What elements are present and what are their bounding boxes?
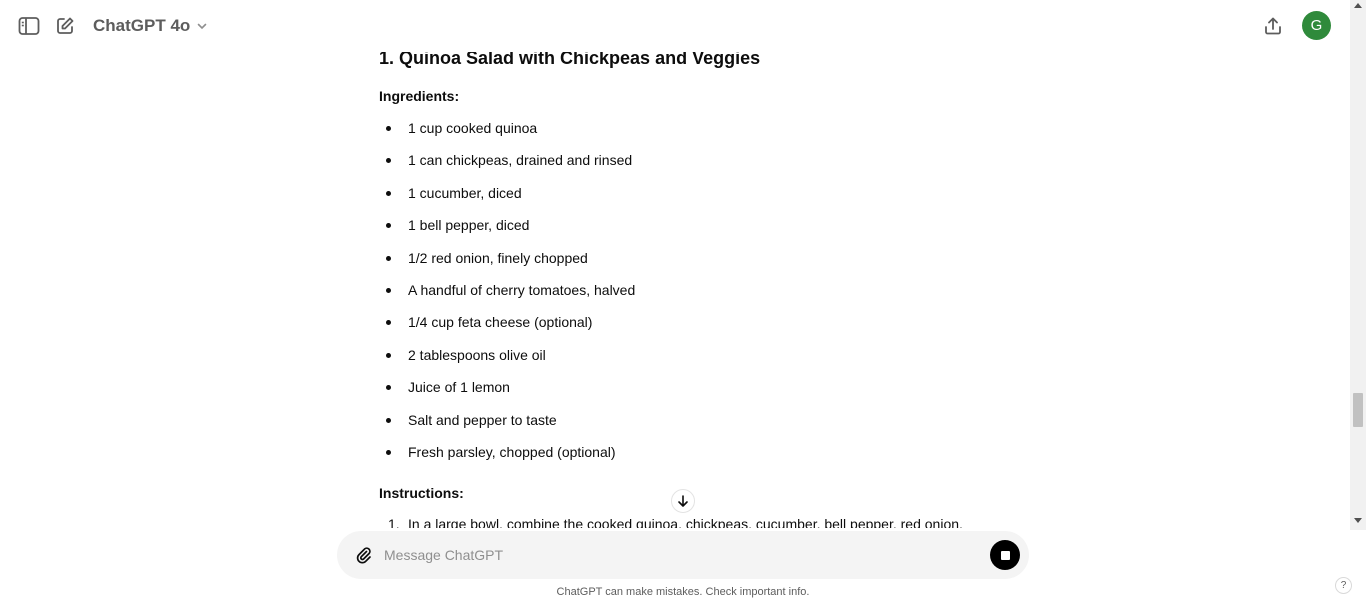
bullet	[386, 385, 391, 390]
list-item-text: 1 bell pepper, diced	[408, 217, 530, 233]
list-item-text: 1 cucumber, diced	[408, 185, 522, 201]
list-item-text: 1 can chickpeas, drained and rinsed	[408, 152, 633, 168]
list-item-text: 1 cup cooked quinoa	[408, 120, 538, 136]
scroll-down-arrow-icon[interactable]	[1354, 518, 1362, 523]
list-item-text: 1/4 cup feta cheese (optional)	[408, 314, 593, 330]
instructions-label: Instructions:	[379, 485, 464, 501]
bullet	[386, 320, 391, 325]
list-item-text: 2 tablespoons olive oil	[408, 347, 546, 363]
bullet	[386, 418, 391, 423]
list-item-text: Fresh parsley, chopped (optional)	[408, 444, 616, 460]
list-item-text: A handful of cherry tomatoes, halved	[408, 282, 636, 298]
bullet	[386, 353, 391, 358]
message-composer	[337, 531, 1029, 579]
model-selector[interactable]: ChatGPT 4o	[93, 16, 208, 36]
paperclip-icon[interactable]	[351, 543, 375, 567]
top-bar: ChatGPT 4o G	[0, 0, 1366, 52]
bullet	[386, 288, 391, 293]
help-button[interactable]: ?	[1335, 577, 1352, 594]
arrow-down-icon	[678, 495, 688, 507]
bullet	[386, 191, 391, 196]
bullet	[386, 126, 391, 131]
scrollbar-thumb[interactable]	[1353, 393, 1363, 427]
list-item-text: Juice of 1 lemon	[408, 379, 510, 395]
scroll-up-arrow-icon[interactable]	[1354, 3, 1362, 8]
bullet	[386, 256, 391, 261]
avatar-initial: G	[1310, 17, 1323, 34]
sidebar-toggle-icon[interactable]	[16, 13, 42, 39]
bullet	[386, 450, 391, 455]
new-chat-icon[interactable]	[52, 13, 78, 39]
disclaimer-text: ChatGPT can make mistakes. Check importa…	[556, 586, 810, 598]
list-item-text: Salt and pepper to taste	[408, 412, 557, 428]
message-input[interactable]	[384, 543, 974, 567]
bullet	[386, 158, 391, 163]
list-item-text: 1/2 red onion, finely chopped	[408, 250, 588, 266]
bullet	[386, 223, 391, 228]
avatar[interactable]: G	[1302, 11, 1331, 40]
model-label: ChatGPT 4o	[93, 16, 191, 35]
stop-generating-button[interactable]	[990, 540, 1020, 570]
ingredients-label: Ingredients:	[379, 88, 460, 104]
scroll-to-bottom-button[interactable]	[671, 489, 695, 513]
scrollbar[interactable]	[1350, 0, 1366, 530]
stop-icon	[1000, 550, 1010, 560]
chevron-down-icon	[197, 23, 207, 30]
share-icon[interactable]	[1260, 13, 1286, 39]
